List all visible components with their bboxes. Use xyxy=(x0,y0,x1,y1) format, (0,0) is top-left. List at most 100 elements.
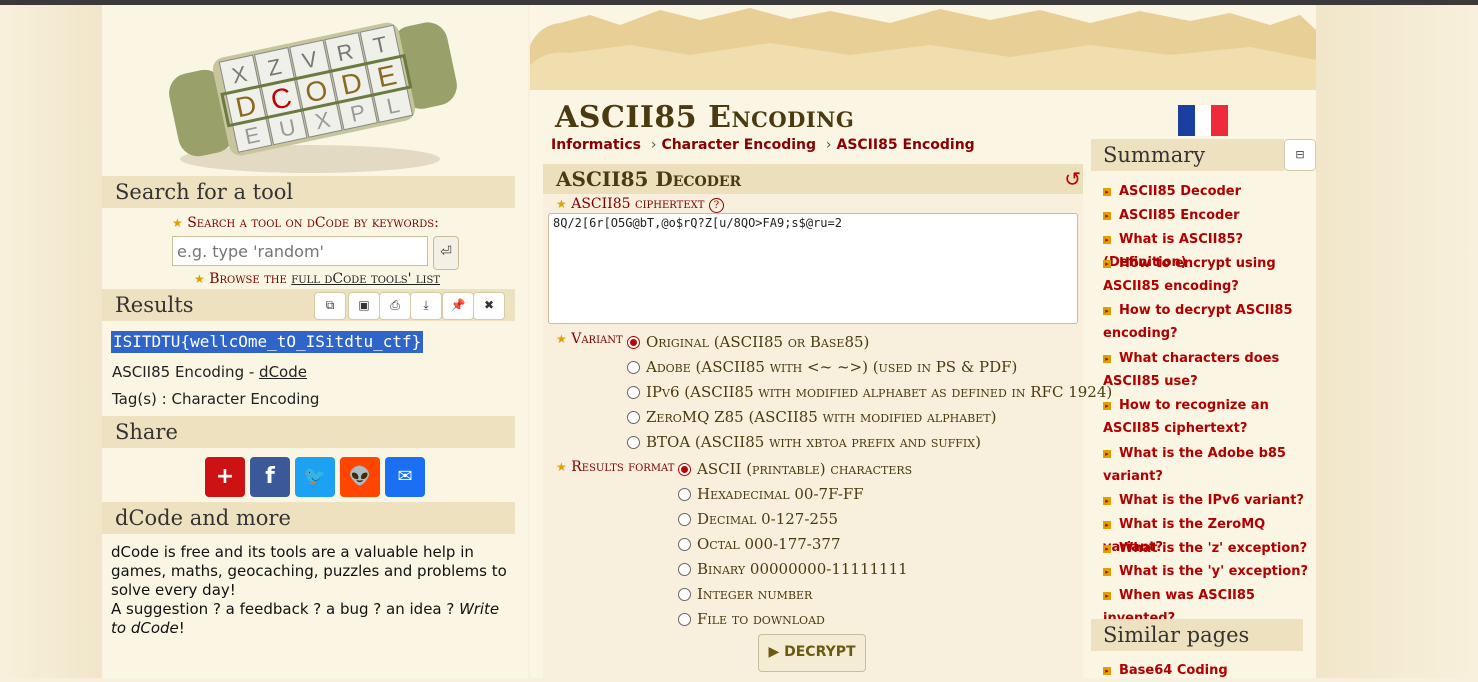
refresh-icon[interactable]: ↺ xyxy=(1064,167,1081,191)
page-margin-left xyxy=(0,5,102,678)
summary-item[interactable]: ▸ What is the 'z' exception? xyxy=(1103,537,1317,560)
summary-item[interactable]: ▸ What is the 'y' exception? xyxy=(1103,560,1317,583)
ciphertext-input[interactable]: 8Q/2[6r[O5G@bT,@o$rQ?Z[u/8QO>FA9;s$@ru=2 xyxy=(548,213,1078,324)
radio-selected-icon[interactable] xyxy=(678,463,691,476)
arrow-icon: ▸ xyxy=(1103,545,1111,553)
download-icon[interactable]: ⤓ xyxy=(410,292,442,320)
page-margin-right xyxy=(1316,5,1478,678)
summary-item[interactable]: ▸ ASCII85 Encoder xyxy=(1103,204,1317,227)
share-add-icon[interactable]: + xyxy=(205,457,245,497)
breadcrumb-character-encoding[interactable]: Character Encoding xyxy=(661,137,816,153)
summary-item[interactable]: ▸ What characters does ASCII85 use? xyxy=(1103,347,1317,393)
search-label: ★ Search a tool on dCode by keywords: xyxy=(172,215,439,231)
result-tags: Tag(s) : Character Encoding xyxy=(112,390,320,408)
format-binary[interactable]: Binary 00000000-11111111 xyxy=(678,560,908,578)
arrow-icon: ▸ xyxy=(1103,450,1111,458)
format-octal[interactable]: Octal 000-177-377 xyxy=(678,535,841,553)
similar-pages-head: Similar pages xyxy=(1091,619,1303,651)
decoder-panel: ASCII85 Decoder ↺ ★ ASCII85 ciphertext ?… xyxy=(543,164,1112,678)
summary-item[interactable]: ▸ How to recognize an ASCII85 ciphertext? xyxy=(1103,394,1317,440)
help-icon[interactable]: ? xyxy=(708,198,724,213)
radio-icon[interactable] xyxy=(627,386,640,399)
summary-item[interactable]: ▸ How to encrypt using ASCII85 encoding? xyxy=(1103,252,1317,298)
format-label: ★ Results format xyxy=(556,459,675,475)
radio-icon[interactable] xyxy=(627,361,640,374)
format-decimal[interactable]: Decimal 0-127-255 xyxy=(678,510,838,528)
search-input[interactable] xyxy=(172,236,428,266)
facebook-icon[interactable]: f xyxy=(250,457,290,497)
arrow-icon: ▸ xyxy=(1103,307,1111,315)
format-file[interactable]: File to download xyxy=(678,610,825,628)
star-icon: ★ xyxy=(194,272,205,286)
panel-title: ASCII85 Decoder xyxy=(543,164,1083,194)
star-icon: ★ xyxy=(556,332,567,346)
variant-zeromq[interactable]: ZeroMQ Z85 (ASCII85 with modified alphab… xyxy=(627,408,996,426)
format-integer[interactable]: Integer number xyxy=(678,585,812,603)
close-icon[interactable]: ✖ xyxy=(473,292,505,320)
breadcrumb: Informatics › Character Encoding › ASCII85… xyxy=(551,137,975,153)
arrow-icon: ▸ xyxy=(1103,592,1111,600)
radio-icon[interactable] xyxy=(678,488,691,501)
share-section-head: Share xyxy=(102,416,515,448)
decrypt-button[interactable]: ▶ DECRYPT xyxy=(758,634,866,672)
summary-item[interactable]: ▸ What is the IPv6 variant? xyxy=(1103,489,1317,512)
radio-icon[interactable] xyxy=(627,411,640,424)
summary-item[interactable]: ▸ ASCII85 Decoder xyxy=(1103,180,1317,203)
star-icon: ★ xyxy=(556,197,567,211)
arrow-icon: ▸ xyxy=(1103,568,1111,576)
summary-head: Summary xyxy=(1091,139,1284,171)
dcode-logo[interactable]: X Z V R T D C O D E E U X P L xyxy=(150,9,480,179)
left-sidebar: X Z V R T D C O D E E U X P L Search for… xyxy=(102,5,528,678)
print-icon[interactable]: ⎙ xyxy=(379,292,411,320)
about-text: dCode is free and its tools are a valuab… xyxy=(111,543,507,637)
result-output[interactable]: ISITDTU{wellcOme_tO_ISitdtu_ctf} xyxy=(111,331,424,353)
summary-item[interactable]: ▸ How to decrypt ASCII85 encoding? xyxy=(1103,299,1317,345)
full-tools-list-link[interactable]: full dCode tools' list xyxy=(291,271,440,287)
french-flag-icon[interactable] xyxy=(1178,105,1228,136)
main-content: ASCII85 Encoding Informatics › Character … xyxy=(530,5,1316,678)
twitter-icon[interactable]: 🐦 xyxy=(295,457,335,497)
radio-icon[interactable] xyxy=(678,588,691,601)
breadcrumb-separator: › xyxy=(650,137,657,153)
radio-icon[interactable] xyxy=(678,563,691,576)
search-section-head: Search for a tool xyxy=(102,176,515,208)
radio-selected-icon[interactable] xyxy=(627,336,640,349)
arrow-icon: ▸ xyxy=(1103,236,1111,244)
rerun-icon[interactable]: ▣ xyxy=(348,292,380,320)
browse-tools: ★ Browse the full dCode tools' list xyxy=(194,271,441,287)
radio-icon[interactable] xyxy=(678,613,691,626)
star-icon: ★ xyxy=(172,216,183,230)
arrow-icon: ▸ xyxy=(1103,521,1111,529)
reddit-icon[interactable]: 👽 xyxy=(340,457,380,497)
summary-item[interactable]: ▸ What is the Adobe b85 variant? xyxy=(1103,442,1317,488)
breadcrumb-informatics[interactable]: Informatics xyxy=(551,137,641,153)
breadcrumb-separator: › xyxy=(825,137,832,153)
variant-ipv6[interactable]: IPv6 (ASCII85 with modified alphabet as … xyxy=(627,383,1112,401)
variant-original[interactable]: Original (ASCII85 or Base85) xyxy=(627,333,869,351)
variant-btoa[interactable]: BTOA (ASCII85 with xbtoa prefix and suff… xyxy=(627,433,981,451)
dcode-link[interactable]: dCode xyxy=(259,363,307,381)
arrow-icon: ▸ xyxy=(1103,497,1111,505)
similar-item[interactable]: ▸ Base64 Coding xyxy=(1103,659,1317,682)
collapse-icon[interactable]: ⊟ xyxy=(1284,139,1316,171)
arrow-icon: ▸ xyxy=(1103,212,1111,220)
radio-icon[interactable] xyxy=(627,436,640,449)
pin-icon[interactable]: 📌 xyxy=(442,292,474,320)
result-source: ASCII85 Encoding - dCode xyxy=(112,363,307,381)
arrow-icon: ▸ xyxy=(1103,260,1111,268)
parchment-header xyxy=(530,8,1316,100)
page-title: ASCII85 Encoding xyxy=(555,100,855,135)
arrow-icon: ▸ xyxy=(1103,188,1111,196)
copy-icon[interactable]: ⧉ xyxy=(314,292,346,320)
search-submit-button[interactable]: ⏎ xyxy=(433,236,459,270)
email-icon[interactable]: ✉ xyxy=(385,457,425,497)
ciphertext-label: ★ ASCII85 ciphertext ? xyxy=(556,196,724,213)
radio-icon[interactable] xyxy=(678,538,691,551)
more-section-head: dCode and more xyxy=(102,502,515,534)
radio-icon[interactable] xyxy=(678,513,691,526)
format-ascii[interactable]: ASCII (printable) characters xyxy=(678,460,912,478)
format-hex[interactable]: Hexadecimal 00-7F-FF xyxy=(678,485,864,503)
variant-adobe[interactable]: Adobe (ASCII85 with <~ ~>) (used in PS &… xyxy=(627,358,1017,376)
breadcrumb-ascii85-encoding[interactable]: ASCII85 Encoding xyxy=(836,137,974,153)
arrow-icon: ▸ xyxy=(1103,402,1111,410)
